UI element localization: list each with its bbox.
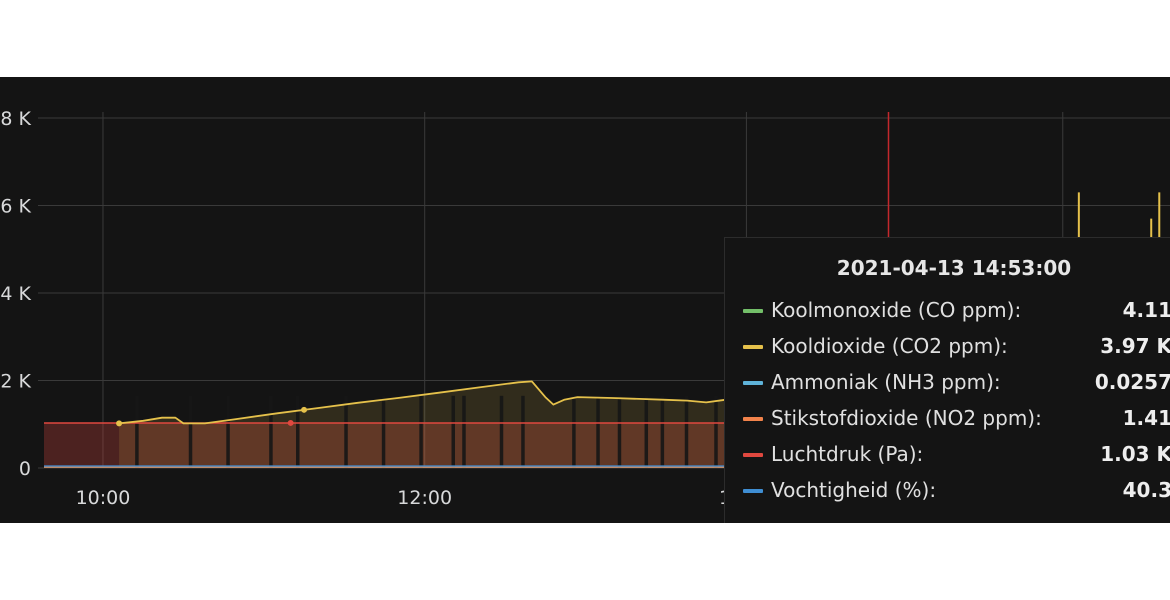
tooltip-row-kooldioxide: Kooldioxide (CO2 ppm): 3.97 K <box>743 332 1170 362</box>
legend-swatch-vochtigheid <box>743 489 763 493</box>
tooltip-timestamp: 2021-04-13 14:53:00 <box>836 256 1072 280</box>
data-gap <box>644 395 649 468</box>
data-gap <box>226 395 230 468</box>
data-gap <box>684 395 689 468</box>
data-gap <box>462 395 466 468</box>
data-gap <box>381 395 386 468</box>
chart-panel: 02 K4 K6 K8 K10:0012:0014:00 2021-04-13 … <box>0 77 1170 523</box>
tooltip-row-ammoniak: Ammoniak (NH3 ppm): 0.0257 <box>743 368 1170 398</box>
tooltip-value: 40.3 <box>1122 478 1170 502</box>
data-gap <box>499 395 504 468</box>
data-gap <box>451 395 456 468</box>
data-gap <box>344 395 348 468</box>
tooltip-label: Kooldioxide (CO2 ppm): <box>771 334 1008 358</box>
legend-swatch-ammoniak <box>743 381 763 385</box>
tooltip-value: 0.0257 <box>1094 370 1170 394</box>
tooltip-label: Ammoniak (NH3 ppm): <box>771 370 1001 394</box>
series-point <box>116 420 123 427</box>
y-tick-label: 4 K <box>0 283 31 305</box>
x-tick-label: 12:00 <box>397 487 452 509</box>
y-tick-label: 0 <box>19 458 31 480</box>
data-gap <box>572 395 576 468</box>
tooltip-value: 1.03 K <box>1100 442 1170 466</box>
series-point <box>287 419 294 426</box>
data-gap <box>296 395 300 468</box>
data-gap <box>188 395 193 468</box>
tooltip-label: Koolmonoxide (CO ppm): <box>771 298 1022 322</box>
legend-swatch-koolmonoxide <box>743 309 763 313</box>
tooltip-row-stikstofdioxide: Stikstofdioxide (NO2 ppm): 1.41 <box>743 404 1170 434</box>
tooltip-label: Luchtdruk (Pa): <box>771 442 924 466</box>
y-tick-label: 2 K <box>0 371 31 393</box>
tooltip-value: 3.97 K <box>1100 334 1170 358</box>
y-tick-label: 6 K <box>0 196 31 218</box>
data-gap <box>617 395 622 468</box>
data-gap <box>521 395 525 468</box>
data-gap <box>135 395 139 468</box>
data-gap <box>419 395 423 468</box>
tooltip-row-luchtdruk: Luchtdruk (Pa): 1.03 K <box>743 440 1170 470</box>
tooltip-row-vochtigheid: Vochtigheid (%): 40.3 <box>743 476 1170 506</box>
tooltip-row-koolmonoxide: Koolmonoxide (CO ppm): 4.11 <box>743 296 1170 326</box>
data-gap <box>269 395 273 468</box>
tooltip-value: 1.41 <box>1122 406 1170 430</box>
tooltip-label: Vochtigheid (%): <box>771 478 937 502</box>
hover-tooltip: 2021-04-13 14:53:00 Koolmonoxide (CO ppm… <box>724 237 1170 523</box>
legend-swatch-stikstofdioxide <box>743 417 763 421</box>
data-gap <box>660 395 665 468</box>
legend-swatch-kooldioxide <box>743 345 763 349</box>
x-tick-label: 10:00 <box>76 487 131 509</box>
tooltip-label: Stikstofdioxide (NO2 ppm): <box>771 406 1042 430</box>
data-gap <box>596 395 600 468</box>
data-gap <box>714 395 718 468</box>
series-point <box>301 406 308 413</box>
legend-swatch-luchtdruk <box>743 453 763 457</box>
tooltip-value: 4.11 <box>1122 298 1170 322</box>
y-tick-label: 8 K <box>0 108 31 130</box>
